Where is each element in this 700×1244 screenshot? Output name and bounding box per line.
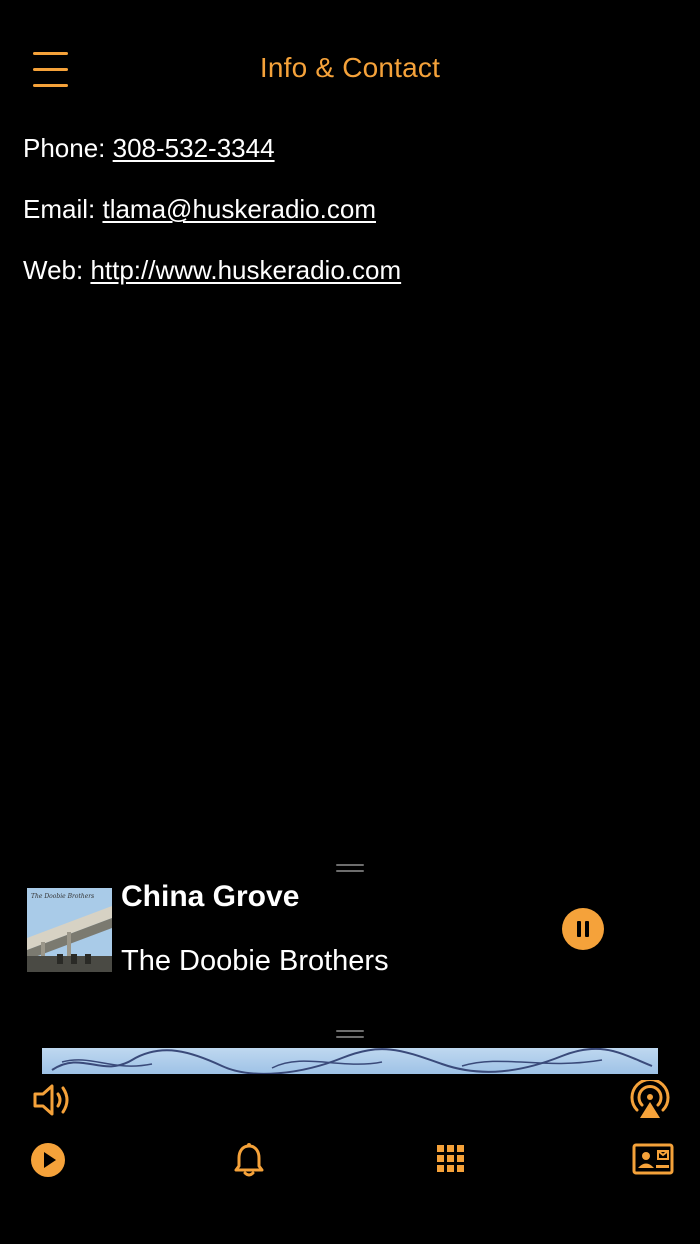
grid-icon [437,1145,464,1172]
now-playing-drag-handle[interactable] [336,864,364,872]
svg-text:The Doobie Brothers: The Doobie Brothers [31,893,94,900]
volume-button[interactable] [33,1082,73,1123]
album-banner-art [51,1048,653,1074]
track-artist: The Doobie Brothers [121,945,389,977]
track-title: China Grove [121,880,300,913]
email-row: Email: tlama@huskeradio.com [23,189,401,250]
notifications-button[interactable] [233,1142,265,1183]
album-art-image: The Doobie Brothers [27,888,112,972]
email-link[interactable]: tlama@huskeradio.com [102,194,376,224]
airplay-icon [630,1078,670,1118]
phone-row: Phone: 308-532-3344 [23,128,401,189]
phone-label: Phone: [23,133,113,163]
pause-button[interactable] [562,908,604,950]
page-title: Info & Contact [259,52,441,83]
contact-info: Phone: 308-532-3344 Email: tlama@huskera… [23,128,401,311]
web-row: Web: http://www.huskeradio.com [23,250,401,311]
phone-link[interactable]: 308-532-3344 [113,133,275,163]
play-button[interactable] [30,1142,66,1183]
web-label: Web: [23,255,91,285]
airplay-button[interactable] [628,1078,672,1125]
email-label: Email: [23,194,103,224]
contact-card-icon [632,1143,674,1175]
app-header: Info & Contact [0,0,700,140]
volume-icon [33,1084,69,1116]
contact-card-button[interactable] [632,1143,674,1180]
banner-drag-handle[interactable] [336,1030,364,1038]
hamburger-menu-icon-line [33,84,68,87]
album-banner-image [42,1048,658,1074]
bell-icon [234,1143,264,1177]
album-art: The Doobie Brothers [27,888,112,972]
web-link[interactable]: http://www.huskeradio.com [90,255,401,285]
play-icon [31,1143,65,1177]
grid-button[interactable] [437,1145,465,1178]
